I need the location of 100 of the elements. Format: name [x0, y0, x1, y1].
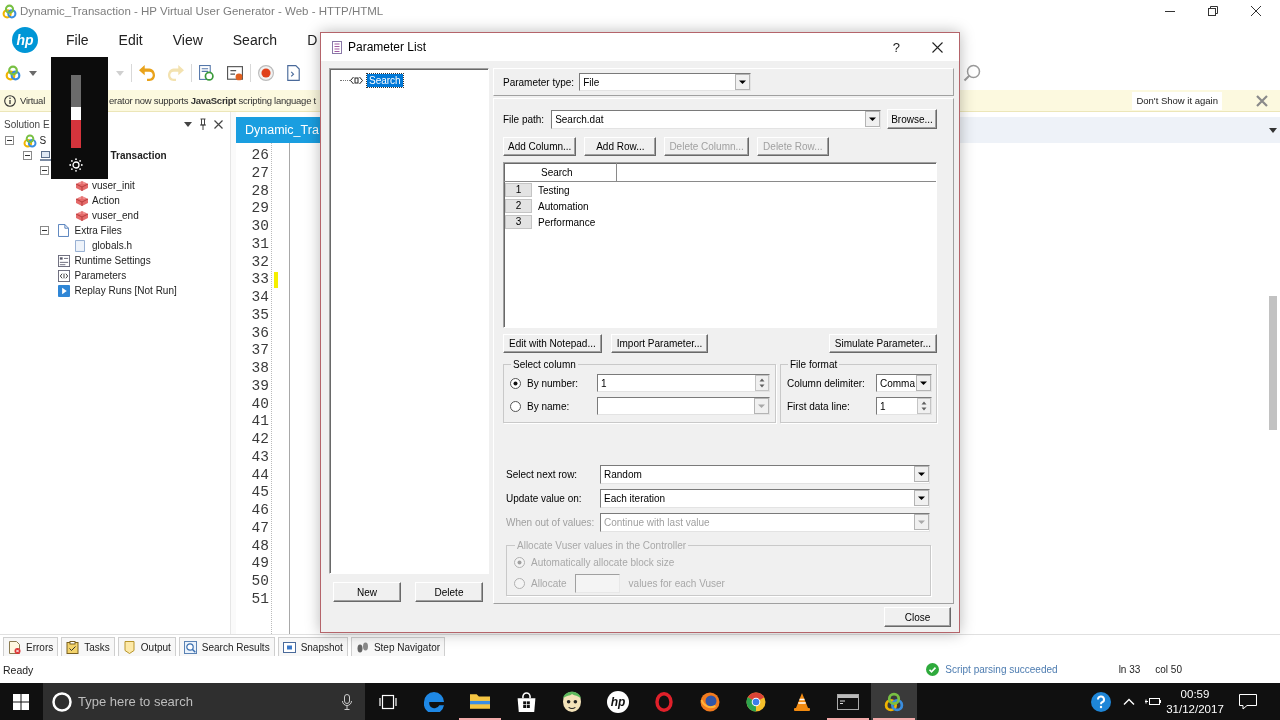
column-header[interactable]: Search: [533, 163, 617, 181]
brightness-slider-track[interactable]: [71, 75, 81, 148]
dialog-button[interactable]: Browse...: [887, 109, 937, 129]
tree-item[interactable]: Extra Files: [74, 225, 122, 236]
taskbar-button[interactable]: [871, 683, 917, 720]
task-view-icon[interactable]: [379, 693, 397, 710]
traffic-cone-icon[interactable]: [794, 692, 810, 711]
spinner-arrows-icon[interactable]: [755, 375, 769, 391]
minimize-icon[interactable]: [1165, 10, 1175, 12]
dialog-button[interactable]: Edit with Notepad...: [503, 334, 602, 353]
line-number: 50: [250, 573, 270, 591]
dialog-button[interactable]: Add Column...: [503, 137, 577, 156]
cartoon-face-icon[interactable]: [563, 691, 581, 712]
collapse-icon[interactable]: [5, 136, 14, 145]
rings-logo-icon: [22, 133, 37, 148]
dropdown[interactable]: Random: [600, 464, 930, 484]
menu-item[interactable]: View: [172, 32, 203, 48]
clock-time[interactable]: 00:59: [1180, 686, 1210, 702]
tree-item[interactable]: globals.h: [92, 240, 133, 251]
pin-icon[interactable]: [199, 118, 207, 130]
caret-icon[interactable]: [29, 70, 37, 76]
rings-logo-icon[interactable]: [884, 691, 904, 712]
folder-icon[interactable]: [470, 694, 490, 709]
dropdown-icon[interactable]: [1269, 127, 1277, 133]
record-icon[interactable]: [258, 65, 274, 81]
document-icon[interactable]: [287, 65, 300, 81]
clock-date[interactable]: 31/12/2017: [1166, 701, 1224, 717]
hp-logo[interactable]: hp: [607, 690, 629, 713]
panel-tab[interactable]: Step Navigator: [350, 637, 446, 656]
panel-tab[interactable]: Snapshot: [277, 637, 348, 656]
close-icon[interactable]: [214, 119, 223, 129]
spinner-arrows-icon[interactable]: [917, 398, 931, 414]
form-icon: [57, 254, 70, 267]
number-field[interactable]: 1: [876, 397, 932, 415]
color-wheel-icon[interactable]: [746, 691, 766, 712]
search-field[interactable]: Type here to search: [43, 683, 365, 720]
e-logo-icon[interactable]: [424, 691, 444, 712]
option-label: By number:: [527, 377, 580, 389]
close-icon[interactable]: [932, 41, 943, 53]
windows-logo-icon[interactable]: [12, 693, 29, 710]
collapse-icon[interactable]: [40, 226, 49, 235]
caret-icon[interactable]: [184, 121, 192, 127]
collapse-icon[interactable]: [22, 151, 32, 160]
dialog-button[interactable]: Import Parameter...: [610, 334, 709, 353]
panel-tab[interactable]: Output: [117, 637, 176, 656]
panel-tab[interactable]: Tasks: [61, 637, 115, 656]
dialog-button[interactable]: Simulate Parameter...: [828, 334, 937, 353]
dropdown[interactable]: Search.dat: [551, 109, 881, 129]
tree-item[interactable]: Parameters: [74, 270, 127, 281]
tree-item[interactable]: Action: [92, 195, 120, 206]
field-label: First data line:: [787, 400, 850, 412]
restore-icon[interactable]: [1208, 6, 1218, 16]
dialog-button[interactable]: Add Row...: [584, 137, 657, 156]
menu-item[interactable]: File: [66, 32, 89, 48]
tree-item[interactable]: vuser_init: [92, 180, 135, 191]
tree-item[interactable]: Transaction: [110, 150, 167, 161]
dropdown[interactable]: File: [579, 73, 752, 91]
row-number: 1: [505, 183, 532, 197]
search-icon[interactable]: [963, 64, 981, 82]
menu-item[interactable]: Search: [232, 32, 278, 48]
rings-logo-icon[interactable]: [5, 65, 21, 81]
parameter-item[interactable]: Search: [367, 73, 403, 87]
dropdown[interactable]: Comma: [876, 374, 932, 392]
notification-icon[interactable]: [1239, 693, 1257, 710]
tree-item[interactable]: vuser_end: [92, 210, 139, 221]
brightness-level-fill[interactable]: [71, 107, 81, 148]
brick-icon: [75, 210, 89, 221]
document-refresh-icon[interactable]: [199, 65, 214, 81]
collapse-icon[interactable]: [40, 166, 49, 175]
parse-status: Script parsing succeeded: [945, 664, 1058, 675]
number-field[interactable]: 1: [597, 374, 770, 392]
ring-logo-icon[interactable]: [655, 691, 673, 712]
close-icon[interactable]: [1251, 6, 1261, 16]
shopping-bag-icon[interactable]: [516, 691, 536, 712]
menu-item[interactable]: D: [307, 32, 318, 48]
help-button[interactable]: ?: [890, 39, 902, 55]
dropdown[interactable]: Each iteration: [600, 488, 930, 508]
hp-logo: hp: [12, 27, 38, 53]
info-icon: [4, 94, 16, 107]
fox-globe-icon[interactable]: [700, 691, 720, 712]
panel-tab[interactable]: Errors: [3, 637, 59, 656]
tree-item[interactable]: Replay Runs [Not Run]: [74, 285, 177, 296]
help-icon[interactable]: [1091, 691, 1111, 712]
dialog-button[interactable]: New: [333, 582, 401, 602]
menu-item[interactable]: Edit: [118, 32, 143, 48]
dialog-button[interactable]: Delete: [415, 582, 483, 602]
panel-tab[interactable]: Search Results: [178, 637, 275, 656]
chevron-up-icon[interactable]: [1123, 698, 1135, 705]
terminal-icon[interactable]: [837, 693, 859, 710]
tree-item[interactable]: S: [39, 135, 47, 146]
microphone-icon[interactable]: [342, 693, 352, 710]
radio-button[interactable]: [510, 377, 521, 389]
document-chart-icon[interactable]: [227, 65, 243, 81]
tree-item[interactable]: Runtime Settings: [74, 255, 151, 266]
battery-plug-icon[interactable]: [1145, 697, 1161, 706]
dismiss-button[interactable]: Don't Show it again: [1132, 91, 1222, 110]
close-button[interactable]: Close: [884, 607, 951, 627]
scrollbar[interactable]: [1269, 296, 1277, 430]
footsteps-icon: [355, 640, 369, 654]
line-number: 48: [250, 537, 270, 556]
